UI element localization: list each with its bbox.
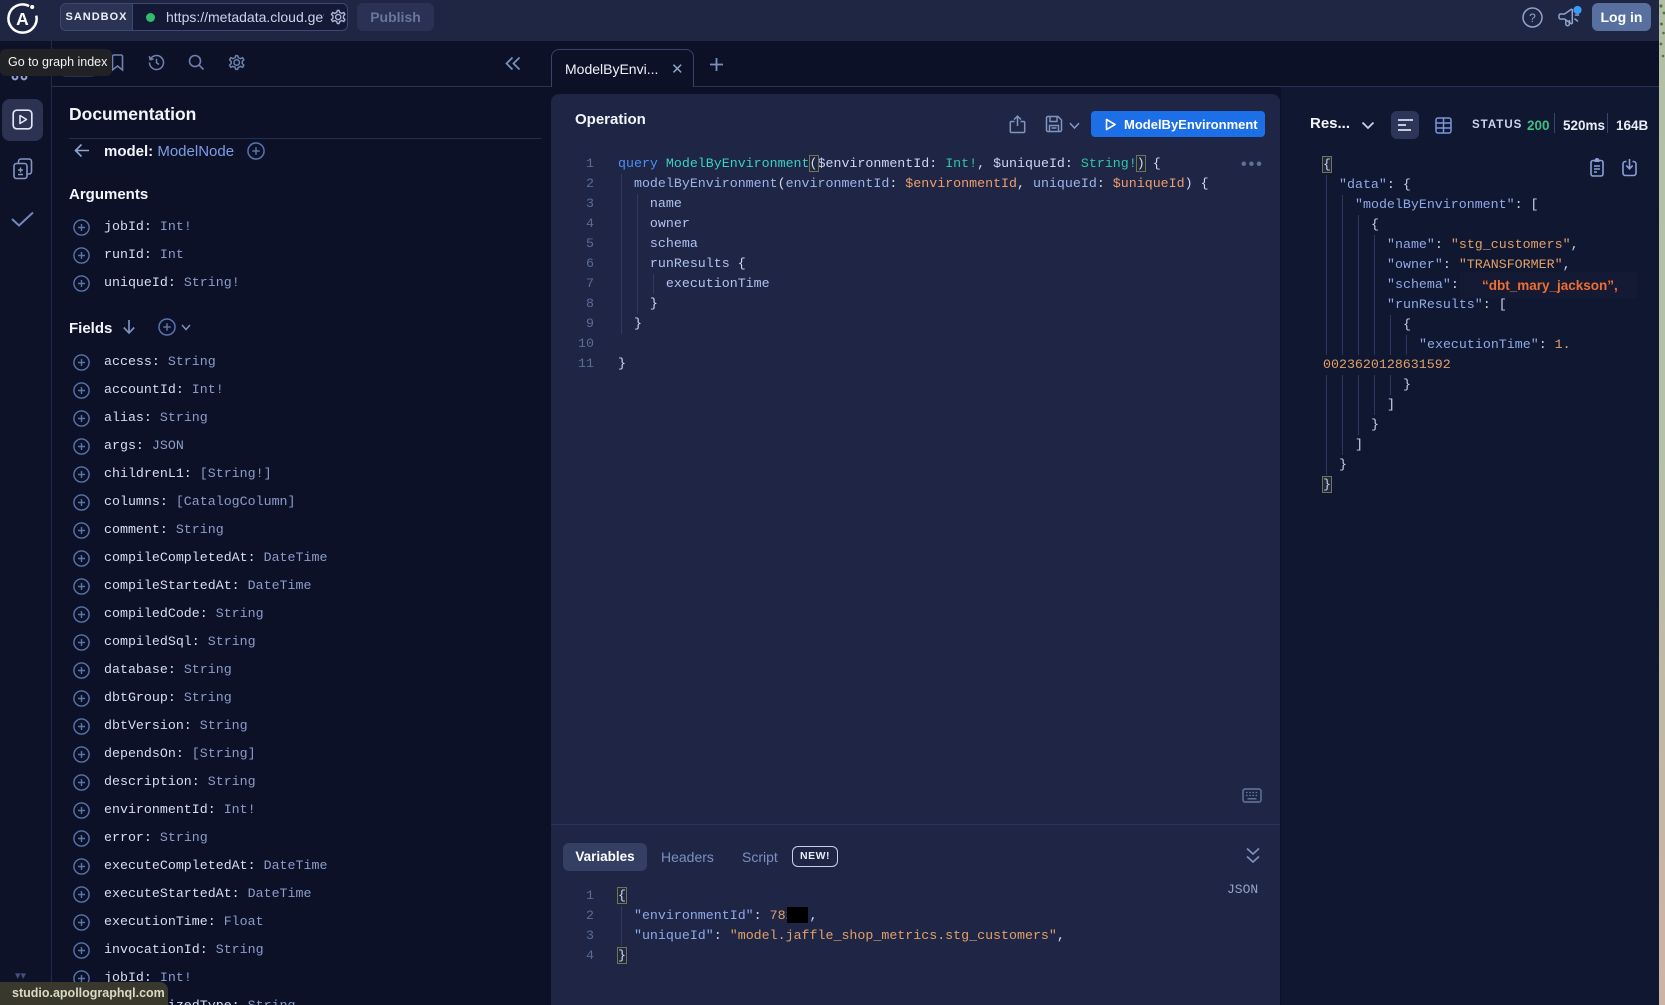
svg-text:?: ? bbox=[1529, 11, 1536, 25]
svg-text:A: A bbox=[16, 9, 29, 29]
